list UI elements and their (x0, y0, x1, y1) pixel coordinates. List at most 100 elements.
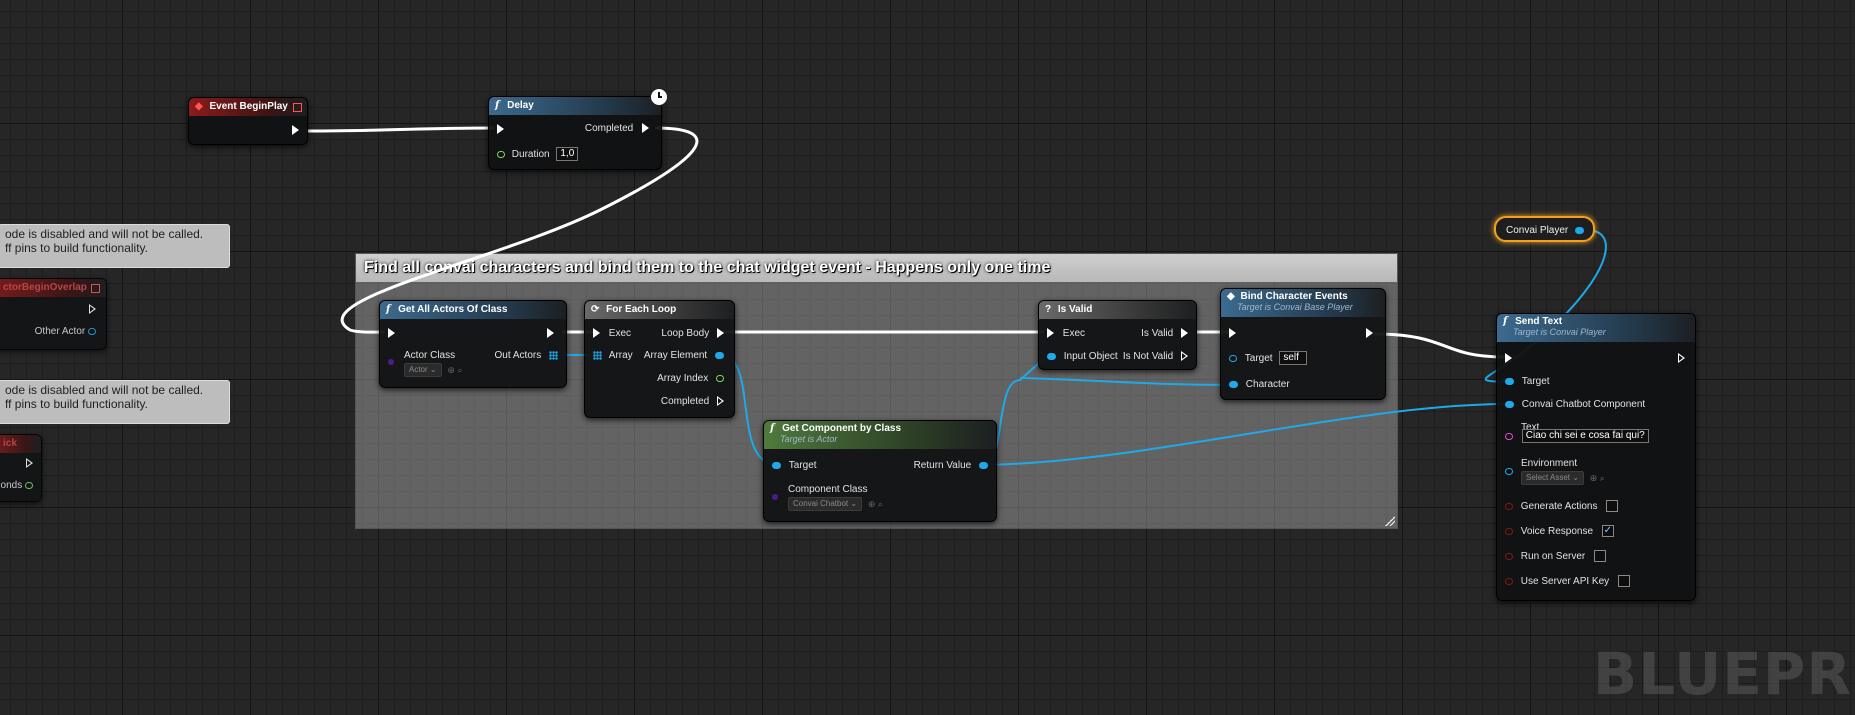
exec-in-pin[interactable] (1047, 328, 1054, 339)
send-text-node[interactable]: f Send Text Target is Convai Player Targ… (1496, 313, 1696, 601)
generate-actions-label: Generate Actions (1520, 501, 1598, 512)
get-component-node[interactable]: f Get Component by Class Target is Actor… (763, 420, 997, 522)
tick-event-node[interactable]: ick onds (0, 434, 42, 502)
event-begin-play-node[interactable]: ◆ Event BeginPlay (188, 97, 308, 145)
get-all-actors-title: Get All Actors Of Class (398, 304, 508, 315)
browse-icons[interactable]: ⊕ ⌕ (447, 363, 462, 377)
bind-events-subtitle: Target is Convai Base Player (1237, 302, 1353, 312)
overlap-event-node[interactable]: ctorBeginOverlap Other Actor (0, 278, 107, 350)
use-server-api-key-checkbox[interactable] (1617, 575, 1630, 588)
array-label: Array (608, 350, 633, 361)
target-pin[interactable] (772, 461, 781, 469)
delta-seconds-pin[interactable] (25, 481, 33, 489)
generate-actions-pin[interactable] (1505, 502, 1513, 510)
target-label: Target (1244, 352, 1273, 364)
function-icon: f (770, 423, 775, 434)
component-class-label: Component Class (788, 484, 868, 495)
environment-value: Select Asset (1526, 473, 1571, 482)
exec-in-pin[interactable] (497, 124, 504, 135)
exec-out-pin[interactable] (89, 304, 96, 315)
browse-icons[interactable]: ⊕ ⌕ (1590, 471, 1605, 485)
get-component-header: f Get Component by Class Target is Actor (764, 421, 996, 449)
exec-in-pin[interactable] (1229, 328, 1236, 339)
event-delegate-icon (91, 284, 100, 293)
environment-pin[interactable] (1505, 467, 1513, 475)
target-pin[interactable] (1229, 354, 1237, 362)
out-actors-array-pin[interactable] (549, 350, 558, 360)
loop-body-label: Loop Body (661, 328, 710, 339)
exec-out-pin[interactable] (547, 328, 554, 339)
send-text-subtitle: Target is Convai Player (1513, 327, 1606, 337)
target-pin[interactable] (1505, 377, 1514, 385)
exec-label: Exec (608, 328, 632, 339)
component-class-value: Convai Chatbot (793, 499, 849, 508)
browse-icons[interactable]: ⊕ ⌕ (868, 497, 883, 511)
convai-player-pin[interactable] (1575, 226, 1585, 234)
event-begin-play-title: Event BeginPlay (209, 101, 288, 112)
loop-body-pin[interactable] (717, 328, 724, 339)
generate-actions-checkbox[interactable] (1606, 500, 1619, 513)
text-pin[interactable] (1505, 432, 1513, 440)
run-on-server-checkbox[interactable] (1594, 550, 1607, 563)
macro-icon: ⟳ (591, 304, 600, 315)
exec-in-pin[interactable] (593, 328, 600, 339)
is-not-valid-label: Is Not Valid (1122, 351, 1174, 362)
other-actor-pin[interactable] (88, 327, 96, 335)
completed-exec-pin[interactable] (717, 396, 724, 407)
event-icon: ◆ (1227, 291, 1235, 302)
exec-out-pin[interactable] (292, 125, 299, 136)
use-server-api-key-label: Use Server API Key (1520, 576, 1610, 587)
is-valid-exec-pin[interactable] (1181, 328, 1188, 339)
character-pin[interactable] (1229, 380, 1238, 388)
is-valid-node[interactable]: ? Is Valid Exec Is Valid Input Object Is… (1038, 300, 1197, 370)
delay-title: Delay (507, 100, 534, 111)
delay-header: f Delay (489, 97, 661, 115)
convai-player-variable-node[interactable]: Convai Player (1494, 216, 1595, 242)
return-value-pin[interactable] (979, 461, 988, 469)
exec-out-pin[interactable] (26, 458, 33, 469)
bind-character-events-node[interactable]: ◆ Bind Character Events Target is Convai… (1220, 288, 1386, 400)
blueprint-graph-canvas[interactable]: Find all convai characters and bind them… (0, 0, 1855, 715)
delay-node[interactable]: f Delay Completed Duration 1,0 (488, 96, 662, 170)
voice-response-pin[interactable] (1505, 527, 1513, 535)
for-each-header: ⟳ For Each Loop (585, 301, 734, 319)
is-not-valid-exec-pin[interactable] (1181, 351, 1188, 362)
actor-class-dropdown[interactable]: Actor ⌄ (404, 363, 442, 377)
duration-input[interactable]: 1,0 (556, 147, 579, 161)
run-on-server-label: Run on Server (1520, 551, 1586, 562)
array-element-pin[interactable] (715, 351, 724, 359)
target-self-field[interactable]: self (1279, 351, 1308, 365)
component-class-pin[interactable] (772, 494, 778, 501)
array-index-pin[interactable] (716, 374, 724, 382)
duration-pin[interactable] (497, 150, 505, 158)
exec-out-pin[interactable] (1366, 328, 1373, 339)
exec-in-pin[interactable] (388, 328, 395, 339)
use-server-api-key-pin[interactable] (1505, 577, 1513, 585)
other-actor-label: Other Actor (34, 326, 86, 337)
input-object-pin[interactable] (1047, 352, 1056, 360)
overlap-event-title: ctorBeginOverlap (3, 282, 87, 293)
environment-label: Environment (1521, 458, 1578, 469)
exec-in-pin[interactable] (1505, 353, 1512, 364)
completed-exec-pin[interactable] (642, 123, 649, 134)
component-class-dropdown[interactable]: Convai Chatbot ⌄ (788, 497, 863, 511)
disabled-note-line1: ode is disabled and will not be called. (5, 383, 204, 397)
chatbot-component-pin[interactable] (1505, 400, 1514, 408)
for-each-loop-node[interactable]: ⟳ For Each Loop Exec Loop Body Array Arr… (584, 300, 735, 418)
run-on-server-pin[interactable] (1505, 552, 1513, 560)
array-in-pin[interactable] (593, 350, 602, 360)
actor-class-pin[interactable] (388, 359, 394, 366)
character-label: Character (1245, 379, 1290, 390)
completed-label: Completed (660, 396, 710, 407)
environment-dropdown[interactable]: Select Asset ⌄ (1521, 471, 1584, 485)
chatbot-component-label: Convai Chatbot Component (1521, 399, 1646, 410)
is-valid-header: ? Is Valid (1039, 301, 1196, 319)
tick-event-title: ick (3, 438, 17, 449)
get-all-actors-node[interactable]: f Get All Actors Of Class Actor Class Ac… (379, 300, 567, 388)
exec-out-pin[interactable] (1678, 353, 1685, 364)
voice-response-checkbox[interactable]: ✓ (1601, 525, 1614, 538)
function-icon: f (386, 304, 391, 315)
delta-seconds-label: onds (0, 480, 23, 491)
text-input[interactable]: Ciao chi sei e cosa fai qui? (1521, 429, 1649, 443)
exec-label: Exec (1062, 328, 1086, 339)
